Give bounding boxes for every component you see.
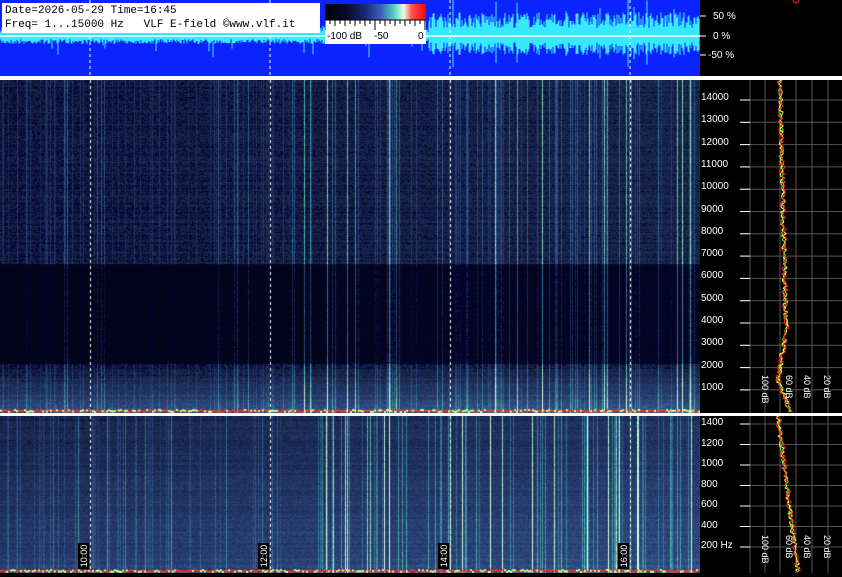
info-frequency: Freq= 1...15000 Hz VLF E-field ©www.vlf.… <box>5 19 296 31</box>
time-label: 10:00 <box>78 543 89 569</box>
frequency-label: 600 <box>701 499 718 510</box>
frequency-label: 2000 <box>701 359 724 371</box>
frequency-label: 6000 <box>701 270 724 282</box>
frequency-label: 11000 <box>701 158 729 170</box>
frequency-label: 4000 <box>701 315 724 326</box>
frequency-label: 10000 <box>701 181 729 193</box>
spectrogram-wide-image <box>0 80 700 413</box>
frequency-label: 8000 <box>701 225 724 237</box>
time-label: 12:00 <box>258 543 269 569</box>
colorbar-label-min: -100 dB <box>327 31 363 42</box>
frequency-label: 1000 <box>701 381 724 393</box>
frequency-label: 400 <box>701 519 718 531</box>
info-date-time: Date=2026-05-29 Time=16:45 <box>5 5 177 17</box>
frequency-label: 200 Hz <box>701 540 733 551</box>
amplitude-label-0: 0 % <box>713 31 731 42</box>
amplitude-axis: 50 % 0 % -50 % <box>700 0 842 76</box>
frequency-label: 800 <box>701 478 718 490</box>
frequency-label: 14000 <box>701 92 729 103</box>
frequency-label: 7000 <box>701 248 724 260</box>
info-box: Date=2026-05-29 Time=16:45 Freq= 1...150… <box>2 3 320 33</box>
frequency-label: 1200 <box>701 437 724 449</box>
frequency-label: 3000 <box>701 337 724 349</box>
frequency-label: 5000 <box>701 292 724 304</box>
colorbar-label-max: 0 <box>418 31 424 42</box>
frequency-label: 9000 <box>701 203 724 215</box>
frequency-label: 12000 <box>701 136 729 148</box>
frequency-label: 13000 <box>701 114 729 126</box>
spectrogram-narrow-image <box>0 416 700 573</box>
spectrogram-narrow <box>0 416 700 573</box>
time-label: 16:00 <box>618 543 629 569</box>
colorbar-label-mid: -50 <box>374 31 389 42</box>
amplitude-label-minus50: -50 % <box>708 50 735 61</box>
frequency-label: 1400 <box>701 417 724 428</box>
time-label: 14:00 <box>438 543 449 569</box>
frequency-label: 1000 <box>701 458 724 469</box>
colorbar-legend: -100 dB -50 0 <box>325 4 426 44</box>
amplitude-label-50: 50 % <box>713 11 736 22</box>
spectrogram-wide <box>0 80 700 413</box>
